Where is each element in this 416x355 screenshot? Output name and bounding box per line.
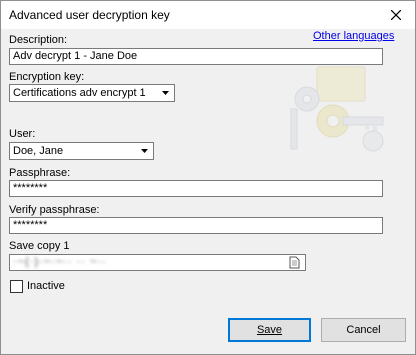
user-label: User: bbox=[9, 128, 36, 140]
user-value: Doe, Jane bbox=[13, 145, 64, 157]
chevron-down-icon bbox=[136, 143, 153, 159]
dialog-window: Advanced user decryption key Description… bbox=[0, 0, 416, 355]
title-bar: Advanced user decryption key bbox=[1, 1, 415, 29]
keys-icon bbox=[290, 66, 384, 152]
inactive-label: Inactive bbox=[27, 280, 65, 292]
user-select[interactable]: Doe, Jane bbox=[9, 142, 154, 160]
encryption-key-select[interactable]: Certifications adv encrypt 1 bbox=[9, 84, 175, 102]
description-field[interactable]: Adv decrypt 1 - Jane Doe bbox=[9, 48, 383, 65]
passphrase-field[interactable]: ******** bbox=[9, 180, 383, 197]
save-copy-field[interactable]: ·~(·)·~·~·· ·· ~·· bbox=[9, 254, 306, 271]
verify-passphrase-field[interactable]: ******** bbox=[9, 217, 383, 234]
other-languages-link[interactable]: Other languages bbox=[313, 30, 394, 42]
document-icon[interactable] bbox=[289, 256, 300, 272]
cancel-button-label: Cancel bbox=[346, 324, 381, 336]
save-button[interactable]: Save bbox=[228, 318, 311, 342]
inactive-checkbox[interactable] bbox=[10, 280, 23, 293]
close-icon bbox=[391, 10, 401, 20]
window-title: Advanced user decryption key bbox=[9, 8, 170, 22]
save-button-label: Save bbox=[256, 324, 283, 336]
verify-passphrase-label: Verify passphrase: bbox=[9, 204, 100, 216]
chevron-down-icon bbox=[157, 85, 174, 101]
cancel-button[interactable]: Cancel bbox=[321, 318, 406, 342]
passphrase-label: Passphrase: bbox=[9, 167, 71, 179]
close-button[interactable] bbox=[377, 1, 415, 29]
save-copy-value: ·~(·)·~·~·· ·· ~·· bbox=[13, 256, 107, 268]
dialog-content: Description: Other languages Adv decrypt… bbox=[1, 29, 415, 354]
encryption-key-label: Encryption key: bbox=[9, 71, 85, 83]
save-copy-label: Save copy 1 bbox=[9, 240, 70, 252]
description-label: Description: bbox=[9, 34, 68, 46]
encryption-key-value: Certifications adv encrypt 1 bbox=[13, 87, 146, 99]
